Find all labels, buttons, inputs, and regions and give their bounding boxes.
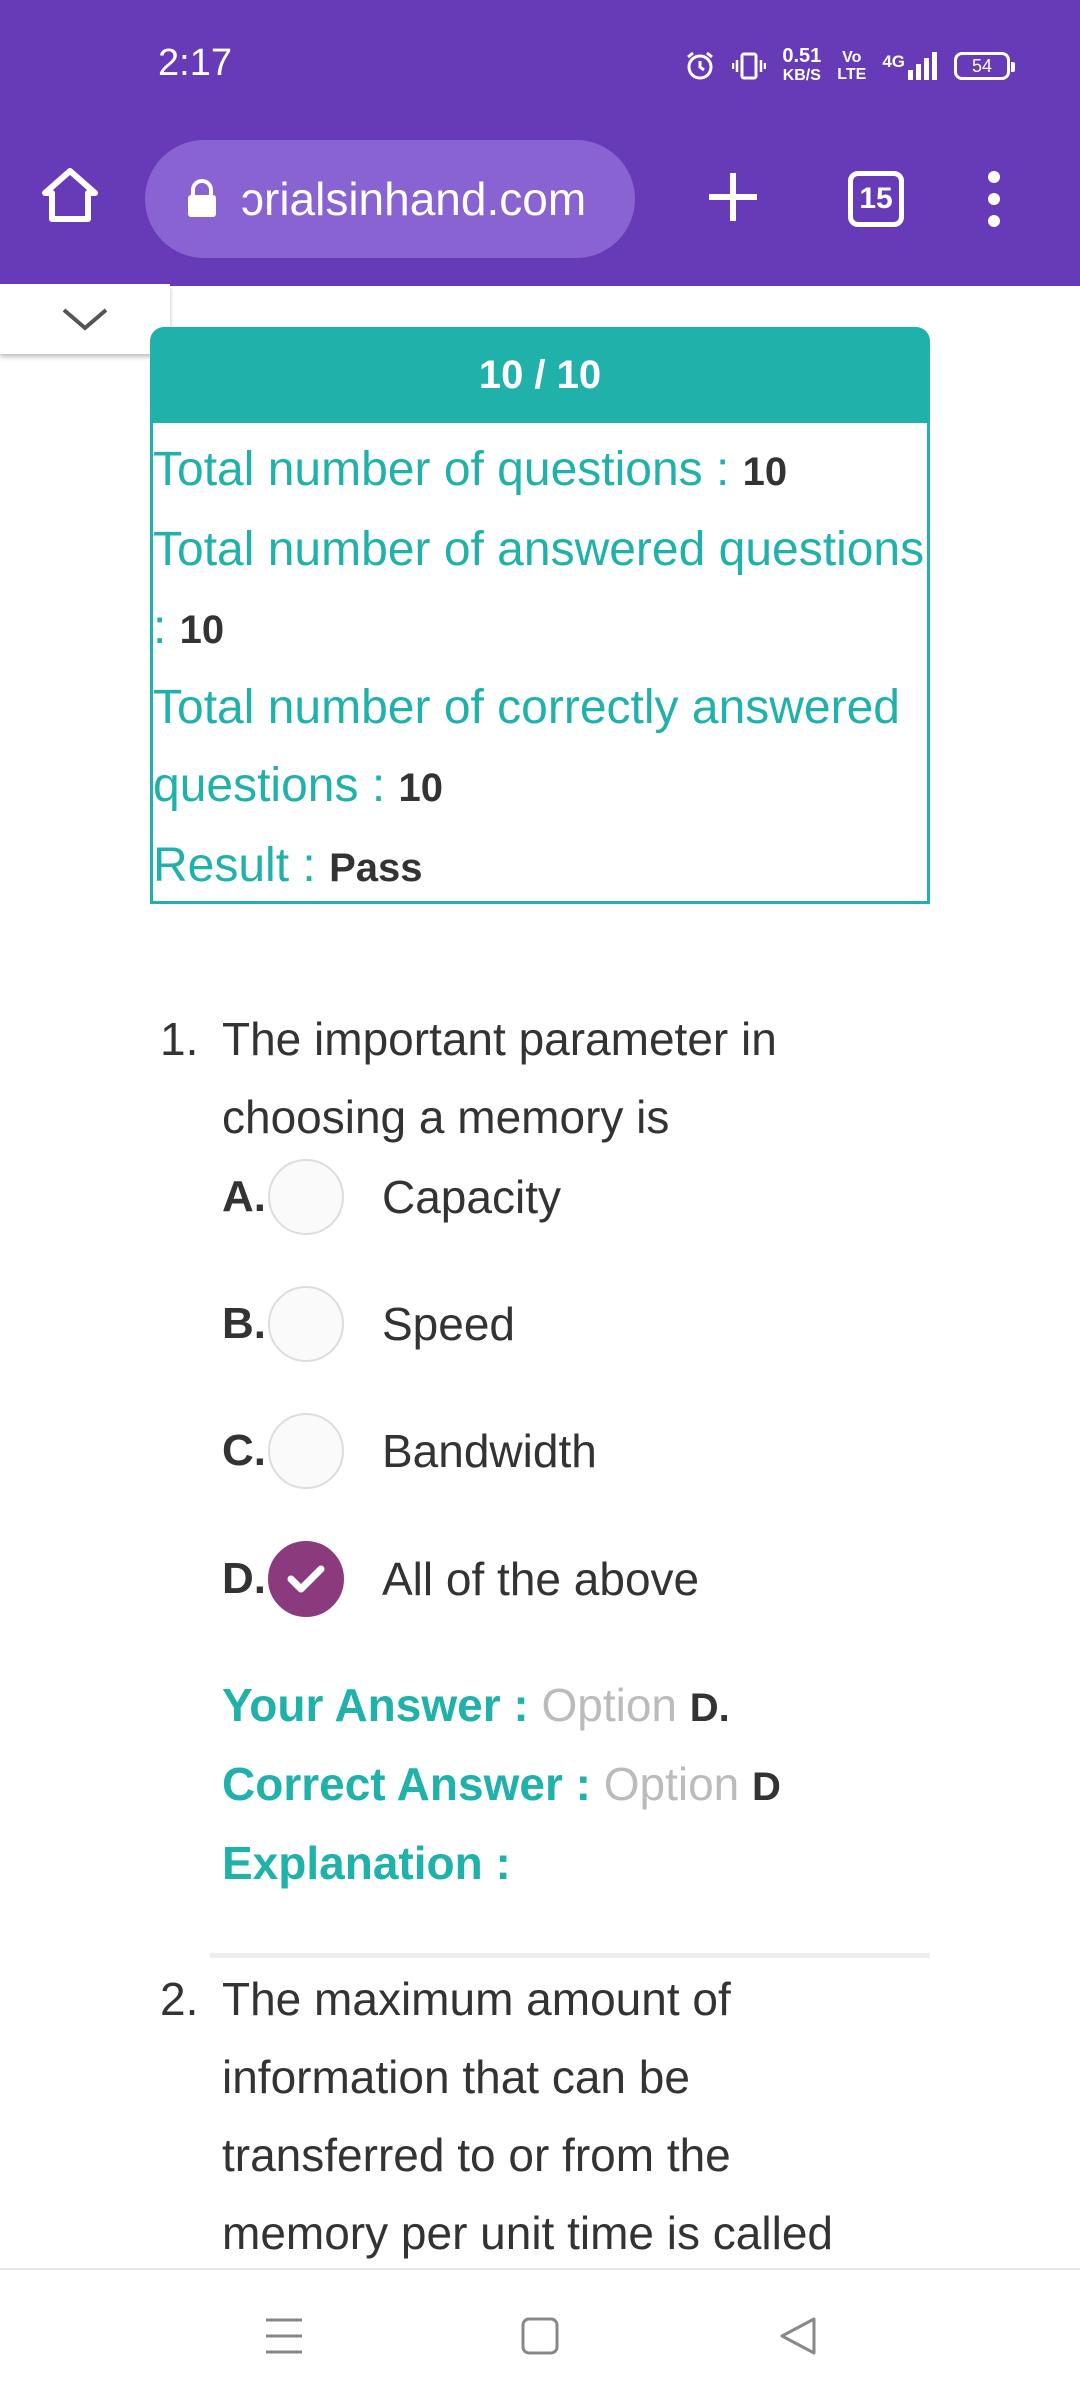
explanation-label: Explanation : — [222, 1837, 511, 1889]
tabs-icon[interactable]: 15 — [848, 171, 904, 227]
option-radio-selected[interactable] — [268, 1541, 344, 1617]
net-speed-unit: KB/S — [782, 67, 821, 84]
system-nav-bar — [0, 2268, 1080, 2400]
your-answer-option: Option — [541, 1679, 690, 1731]
answered-questions-line: Total number of answered questions — [153, 511, 927, 589]
result-card: 10 / 10 Total number of questions : 10 T… — [150, 327, 930, 904]
check-icon — [287, 1565, 325, 1593]
correct-answer: Correct Answer : Option D — [222, 1745, 781, 1826]
battery-indicator: 54 — [954, 52, 1015, 80]
answered-questions-value: 10 — [179, 608, 225, 652]
option-text: Speed — [382, 1298, 516, 1350]
correct-answers-value: 10 — [398, 766, 443, 810]
plus-icon[interactable] — [706, 170, 760, 224]
question-text-line: memory per unit time is called — [222, 2207, 833, 2259]
battery-level: 54 — [971, 55, 993, 76]
result-summary: Total number of questions : 10 Total num… — [153, 423, 927, 907]
option-a[interactable]: A. Capacity — [222, 1152, 561, 1242]
option-text: Capacity — [382, 1171, 561, 1223]
chevron-down-icon — [62, 308, 108, 331]
question-divider — [210, 1953, 930, 1958]
correct-answer-label: Correct Answer : — [222, 1758, 604, 1810]
square-home-icon[interactable] — [518, 2314, 562, 2358]
tab-count: 15 — [859, 182, 893, 215]
your-answer-value: D. — [689, 1686, 730, 1730]
volte-top: Vo — [842, 49, 862, 66]
volte-bottom: LTE — [837, 66, 867, 83]
signal-indicator: 4G — [882, 52, 938, 80]
menu-lines-icon[interactable] — [262, 2314, 306, 2358]
network-type: 4G — [882, 52, 905, 71]
option-text: All of the above — [382, 1553, 700, 1605]
correct-answers-line: Total number of correctly answered — [153, 669, 927, 747]
total-questions-line: Total number of questions : 10 — [153, 431, 927, 511]
result-line: Result : Pass — [153, 827, 927, 907]
correct-answer-value: D — [752, 1765, 781, 1809]
status-icons: 0.51 KB/S Vo LTE 4G 54 — [684, 46, 1015, 86]
collapse-tab[interactable] — [0, 284, 170, 354]
vibrate-icon — [732, 52, 767, 80]
answered-questions-line-2: : 10 — [153, 589, 927, 669]
signal-bars-icon — [908, 52, 937, 80]
option-radio[interactable] — [268, 1413, 344, 1489]
correct-label-2: questions : — [153, 759, 399, 812]
volte-indicator: Vo LTE — [837, 49, 866, 83]
more-vert-icon[interactable] — [982, 170, 1006, 228]
net-speed-value: 0.51 — [782, 45, 822, 67]
explanation: Explanation : — [222, 1824, 511, 1902]
option-c[interactable]: C. Bandwidth — [222, 1406, 597, 1496]
question-number: 1. — [160, 1013, 199, 1065]
url-bar[interactable]: ɔrialsinhand.com — [145, 140, 635, 258]
score-header: 10 / 10 — [150, 327, 930, 423]
question-text-line: information that can be — [222, 2051, 690, 2103]
question-text: The maximum amount of information that c… — [222, 1960, 922, 2272]
browser-top-bar: 2:17 0.51 KB/S Vo LTE 4G 54 ɔrialsinhand… — [0, 0, 1080, 286]
question-text-line: transferred to or from the — [222, 2129, 731, 2181]
url-text[interactable]: ɔrialsinhand.com — [241, 172, 621, 226]
result-value: Pass — [329, 846, 423, 890]
total-questions-value: 10 — [742, 450, 788, 494]
answered-label-2: : — [153, 601, 180, 654]
option-letter: A. — [222, 1172, 266, 1221]
option-letter: C. — [222, 1426, 266, 1475]
status-time: 2:17 — [158, 42, 232, 84]
home-icon[interactable] — [40, 165, 100, 225]
triangle-back-icon[interactable] — [776, 2314, 820, 2358]
result-label: Result : — [153, 839, 330, 892]
question-text-line: The maximum amount of — [222, 1973, 731, 2025]
total-questions-label: Total number of questions : — [153, 443, 743, 496]
option-letter: D. — [222, 1554, 266, 1603]
question-number: 2. — [160, 1973, 199, 2025]
your-answer: Your Answer : Option D. — [222, 1666, 730, 1747]
option-radio[interactable] — [268, 1159, 344, 1235]
answered-label-1: Total number of answered questions — [153, 523, 925, 576]
lock-icon — [188, 179, 216, 217]
correct-label-1: Total number of correctly answered — [153, 681, 900, 734]
correct-answer-option: Option — [603, 1758, 753, 1810]
option-radio[interactable] — [268, 1286, 344, 1362]
question-text-line: choosing a memory is — [222, 1091, 670, 1143]
alarm-icon — [687, 51, 714, 80]
question-text: The important parameter in choosing a me… — [222, 1000, 922, 1156]
correct-answers-line-2: questions : 10 — [153, 747, 927, 827]
question-text-line: The important parameter in — [222, 1013, 777, 1065]
option-b[interactable]: B. Speed — [222, 1279, 515, 1369]
option-text: Bandwidth — [382, 1425, 597, 1477]
option-d[interactable]: D. All of the above — [222, 1534, 699, 1624]
option-letter: B. — [222, 1299, 266, 1348]
net-speed: 0.51 KB/S — [782, 46, 821, 86]
your-answer-label: Your Answer : — [222, 1679, 542, 1731]
